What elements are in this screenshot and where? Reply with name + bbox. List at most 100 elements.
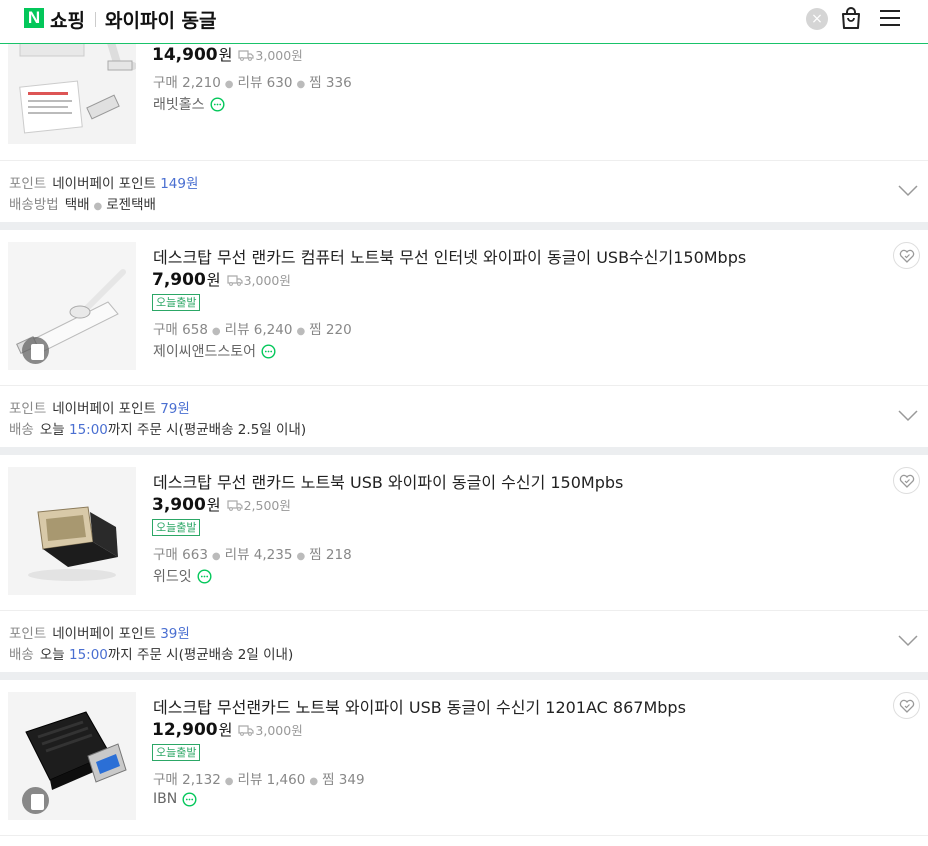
delivery-truck-icon	[238, 725, 255, 736]
point-description: 네이버페이 포인트	[52, 401, 156, 417]
wishlist-count: 218	[325, 547, 352, 563]
delivery-description: 까지 주문 시(평균배송 2.5일 이내)	[107, 422, 307, 438]
product-image[interactable]	[8, 692, 136, 820]
delivery-label: 배송	[9, 647, 34, 663]
point-label: 포인트	[9, 401, 47, 417]
wishlist-label: 찜	[309, 75, 322, 91]
seller-name[interactable]: IBN	[153, 791, 177, 807]
product-info-section[interactable]: 포인트 네이버페이 포인트 79원 배송 오늘 15:00까지 주문 시(평균배송 …	[0, 385, 928, 447]
review-count[interactable]: 1,460	[267, 772, 306, 788]
delivery-day: 오늘	[39, 422, 65, 438]
price-row: 12,900 원 3,000원	[152, 719, 303, 740]
review-label: 리뷰	[224, 547, 250, 563]
shopping-bag-icon[interactable]	[840, 6, 862, 30]
review-count[interactable]: 6,240	[254, 322, 293, 338]
point-description: 네이버페이 포인트	[52, 626, 156, 642]
seller-row[interactable]: 위드잇	[153, 566, 212, 586]
wishlist-label: 찜	[309, 322, 322, 338]
header-divider	[95, 12, 96, 27]
point-amount: 79원	[160, 401, 190, 417]
shipping-fee: 2,500원	[243, 498, 291, 513]
purchase-count: 663	[182, 547, 208, 563]
shipping-fee: 3,000원	[255, 723, 303, 738]
delivery-cutoff-time: 15:00	[68, 422, 108, 438]
product-price: 3,900	[152, 495, 206, 515]
chevron-down-icon[interactable]	[898, 635, 918, 647]
point-info: 포인트 네이버페이 포인트 79원	[9, 397, 190, 417]
separator-dot: ●	[93, 201, 103, 212]
shipping-fee: 3,000원	[243, 273, 291, 288]
talk-chat-icon[interactable]	[261, 343, 276, 359]
product-price: 14,900	[152, 45, 218, 65]
seller-name[interactable]: 제이씨앤드스토어	[153, 341, 256, 361]
separator-dot: ●	[224, 776, 234, 787]
delivery-label: 배송	[9, 422, 34, 438]
compare-button[interactable]	[22, 787, 49, 814]
seller-name[interactable]: 래빗홀스	[153, 94, 205, 114]
review-label: 리뷰	[224, 322, 250, 338]
today-shipping-badge: 오늘출발	[152, 744, 201, 761]
delivery-label: 배송방법	[9, 197, 59, 213]
today-shipping-badge: 오늘출발	[152, 294, 201, 311]
product-price: 7,900	[152, 270, 206, 290]
wishlist-label: 찜	[322, 772, 335, 788]
purchase-count: 2,132	[182, 772, 221, 788]
chevron-down-icon[interactable]	[898, 410, 918, 422]
today-shipping-badge: 오늘출발	[152, 519, 201, 536]
compare-button[interactable]	[22, 337, 49, 364]
product-stats: 구매 658 ● 리뷰 6,240 ● 찜 220	[153, 318, 352, 338]
talk-chat-icon[interactable]	[210, 96, 225, 112]
delivery-truck-icon	[226, 275, 243, 286]
clear-search-icon[interactable]: ×	[806, 8, 828, 30]
delivery-truck-icon	[226, 500, 243, 511]
wishlist-heart-button[interactable]	[893, 692, 920, 719]
talk-chat-icon[interactable]	[182, 791, 197, 807]
product-card[interactable]: 데스크탑 무선 랜카드 컴퓨터 노트북 무선 인터넷 와이파이 동글이 USB수…	[0, 230, 928, 385]
price-row: 14,900 원 3,000원	[152, 44, 303, 65]
chevron-down-icon[interactable]	[898, 185, 918, 197]
currency-label: 원	[218, 46, 233, 64]
section-divider	[0, 222, 928, 230]
delivery-carrier: 로젠택배	[106, 197, 156, 213]
product-card[interactable]: 데스크탑 무선랜카드 노트북 와이파이 USB 동글이 수신기 1201AC 8…	[0, 680, 928, 835]
product-card[interactable]: 데스크탑 무선 랜카드 노트북 USB 와이파이 동글이 수신기 150Mpbs…	[0, 455, 928, 610]
product-info-section[interactable]: 포인트 네이버페이 포인트 39원 배송 오늘 15:00까지 주문 시(평균배송 …	[0, 610, 928, 672]
point-label: 포인트	[9, 626, 47, 642]
separator-dot: ●	[309, 776, 319, 787]
point-label: 포인트	[9, 176, 47, 192]
header: N 쇼핑 와이파이 동글 ×	[0, 0, 928, 44]
wishlist-heart-button[interactable]	[893, 467, 920, 494]
seller-row[interactable]: IBN	[153, 791, 197, 807]
separator-dot: ●	[211, 551, 221, 562]
seller-name[interactable]: 위드잇	[153, 566, 192, 586]
purchase-count: 2,210	[182, 75, 221, 91]
review-count[interactable]: 4,235	[254, 547, 293, 563]
naver-logo[interactable]: N	[24, 8, 44, 28]
point-description: 네이버페이 포인트	[52, 176, 156, 192]
menu-icon[interactable]	[878, 8, 902, 28]
product-info-section[interactable]: 포인트 네이버페이 포인트 149원 배송방법 택배 ● 로젠택배	[0, 160, 928, 222]
product-price: 12,900	[152, 720, 218, 740]
seller-row[interactable]: 제이씨앤드스토어	[153, 341, 276, 361]
seller-row[interactable]: 래빗홀스	[153, 94, 225, 114]
wishlist-count: 336	[325, 75, 352, 91]
wishlist-heart-button[interactable]	[893, 242, 920, 269]
purchase-count: 658	[182, 322, 208, 338]
product-title[interactable]: 데스크탑 무선 랜카드 컴퓨터 노트북 무선 인터넷 와이파이 동글이 USB수…	[153, 244, 746, 268]
point-amount: 149원	[160, 176, 199, 192]
product-stats: 구매 2,210 ● 리뷰 630 ● 찜 336	[153, 71, 352, 91]
product-image[interactable]	[8, 242, 136, 370]
shipping-fee: 3,000원	[255, 48, 303, 63]
review-count[interactable]: 630	[267, 75, 293, 91]
separator-dot: ●	[296, 551, 306, 562]
heart-icon	[899, 249, 915, 263]
section-divider	[0, 672, 928, 680]
search-query[interactable]: 와이파이 동글	[105, 6, 217, 33]
talk-chat-icon[interactable]	[197, 568, 212, 584]
product-image[interactable]	[8, 467, 136, 595]
delivery-cutoff-time: 15:00	[68, 647, 108, 663]
separator-dot: ●	[296, 326, 306, 337]
shopping-logo-text[interactable]: 쇼핑	[50, 6, 85, 33]
product-title[interactable]: 데스크탑 무선랜카드 노트북 와이파이 USB 동글이 수신기 1201AC 8…	[153, 694, 686, 718]
product-title[interactable]: 데스크탑 무선 랜카드 노트북 USB 와이파이 동글이 수신기 150Mpbs	[153, 469, 623, 493]
